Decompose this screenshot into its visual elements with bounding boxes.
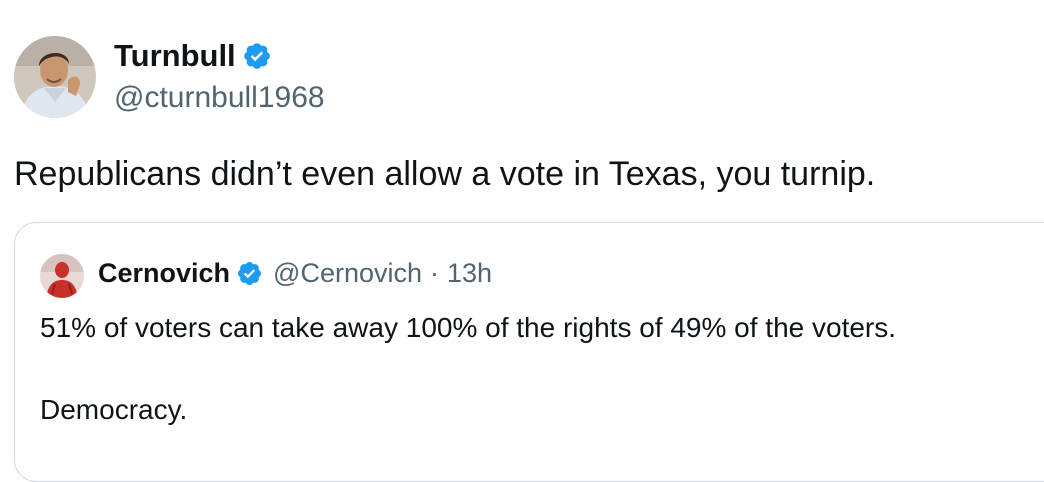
avatar[interactable] xyxy=(14,36,96,118)
quoted-header: Cernovich @Cernovich · 13h xyxy=(98,256,492,290)
quoted-avatar[interactable] xyxy=(40,254,84,298)
verified-badge-icon[interactable] xyxy=(236,260,263,287)
author-handle[interactable]: @cturnbull1968 xyxy=(114,80,325,116)
separator-dot: · xyxy=(430,258,440,288)
quoted-timestamp[interactable]: 13h xyxy=(447,256,492,290)
author-display-name[interactable]: Turnbull xyxy=(114,38,272,74)
tweet-text: Republicans didn’t even allow a vote in … xyxy=(14,155,876,193)
quoted-tweet-text-line2: Democracy. xyxy=(40,394,188,425)
verified-badge-icon[interactable] xyxy=(242,41,272,71)
author-name-text[interactable]: Turnbull xyxy=(114,38,236,74)
tweet: Turnbull @cturnbull1968 Republicans didn… xyxy=(0,0,1044,482)
quoted-author-name[interactable]: Cernovich xyxy=(98,256,230,290)
quoted-author-handle[interactable]: @Cernovich xyxy=(273,256,422,290)
quoted-tweet-text-line1: 51% of voters can take away 100% of the … xyxy=(40,312,897,343)
